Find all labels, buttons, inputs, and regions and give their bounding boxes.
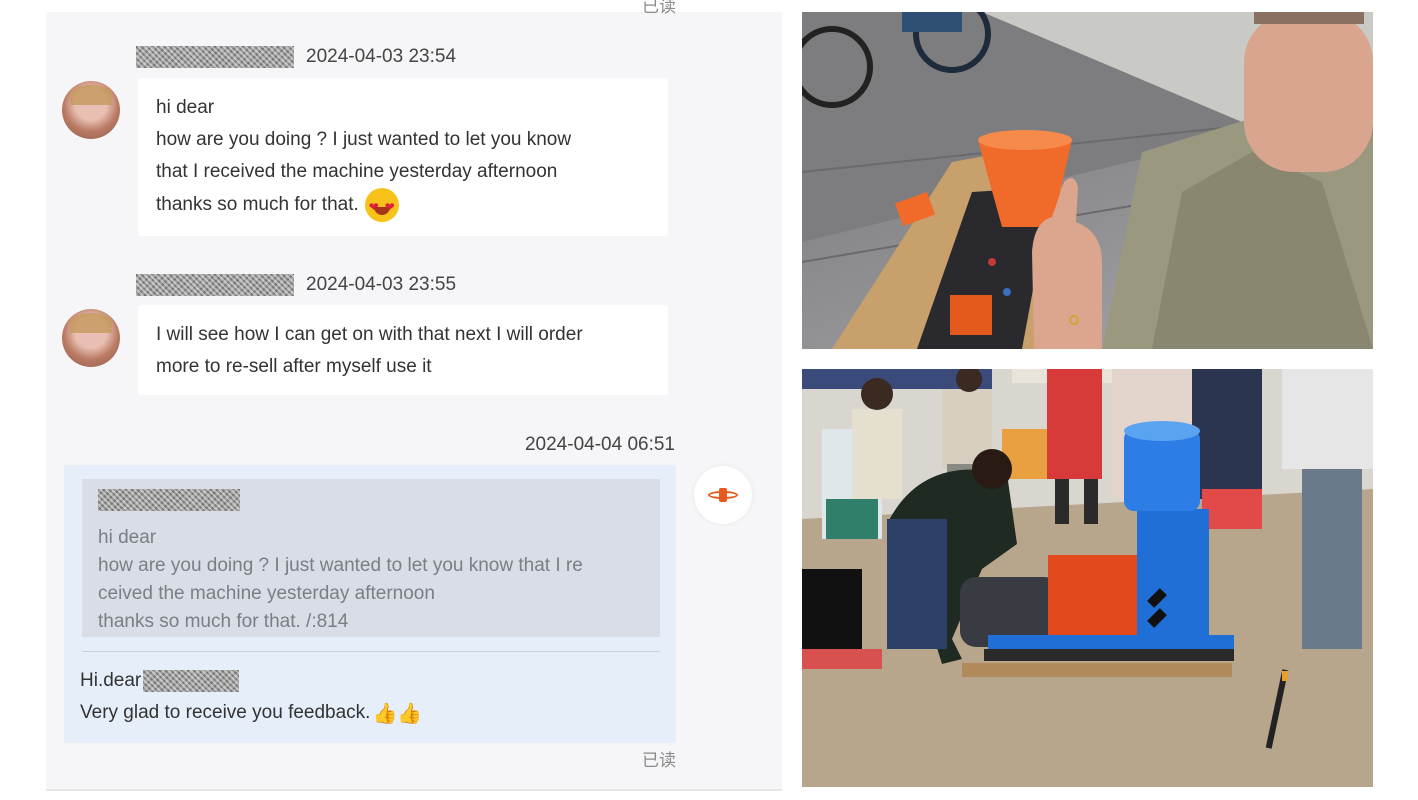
quote-line: hi dear <box>98 527 157 548</box>
reply-greeting: Hi.dear <box>80 670 142 691</box>
customer-thumbs-up-photo <box>802 12 1373 349</box>
reply-bubble: hi dear how are you doing ? I just wante… <box>64 465 676 743</box>
company-logo-avatar[interactable] <box>694 466 752 524</box>
reply-body: Very glad to receive you feedback. <box>80 702 371 723</box>
thumbs-up-icon: 👍👍 <box>372 701 423 725</box>
heart-eyes-emoji-icon <box>364 188 399 223</box>
message-line: how are you doing ? I just wanted to let… <box>156 129 572 150</box>
quote-line: thanks so much for that. /:814 <box>98 611 349 632</box>
machine-photo-svg <box>802 369 1373 787</box>
blurred-sender-name <box>136 46 294 68</box>
message-line: that I received the machine yesterday af… <box>156 161 558 182</box>
quote-line: how are you doing ? I just wanted to let… <box>98 555 583 576</box>
quote-line: ceived the machine yesterday afternoon <box>98 583 435 604</box>
message-header: 2024-04-03 23:54 <box>136 46 456 68</box>
message-bubble: I will see how I can get on with that ne… <box>138 305 668 395</box>
read-receipt-bottom: 已读 <box>642 751 676 771</box>
bottom-divider <box>46 789 782 791</box>
sender-avatar[interactable] <box>62 309 120 367</box>
reply-timestamp: 2024-04-04 06:51 <box>524 434 675 455</box>
message-header: 2024-04-03 23:55 <box>136 274 456 296</box>
customer-photo-svg <box>802 12 1373 349</box>
message-timestamp: 2024-04-03 23:54 <box>306 46 457 67</box>
message-bubble: hi dear how are you doing ? I just wante… <box>138 78 668 236</box>
reply-text: Hi.dear Very glad to receive you feedbac… <box>80 665 422 729</box>
message-timestamp: 2024-04-03 23:55 <box>306 274 457 295</box>
message-line: more to re-sell after myself use it <box>156 356 432 377</box>
message-line: I will see how I can get on with that ne… <box>156 324 583 345</box>
message-line: hi dear <box>156 97 215 118</box>
quoted-message[interactable]: hi dear how are you doing ? I just wante… <box>82 479 660 637</box>
logo-mark-icon <box>719 488 727 502</box>
quote-separator <box>82 651 660 652</box>
read-receipt-top: 已读 <box>642 0 676 17</box>
message-line: thanks so much for that. <box>156 194 359 216</box>
sender-avatar[interactable] <box>62 81 120 139</box>
blurred-recipient-name <box>143 670 240 692</box>
blurred-sender-name <box>136 274 294 296</box>
blurred-quoted-sender <box>98 489 240 511</box>
pellet-machine-unboxing-photo <box>802 369 1373 787</box>
